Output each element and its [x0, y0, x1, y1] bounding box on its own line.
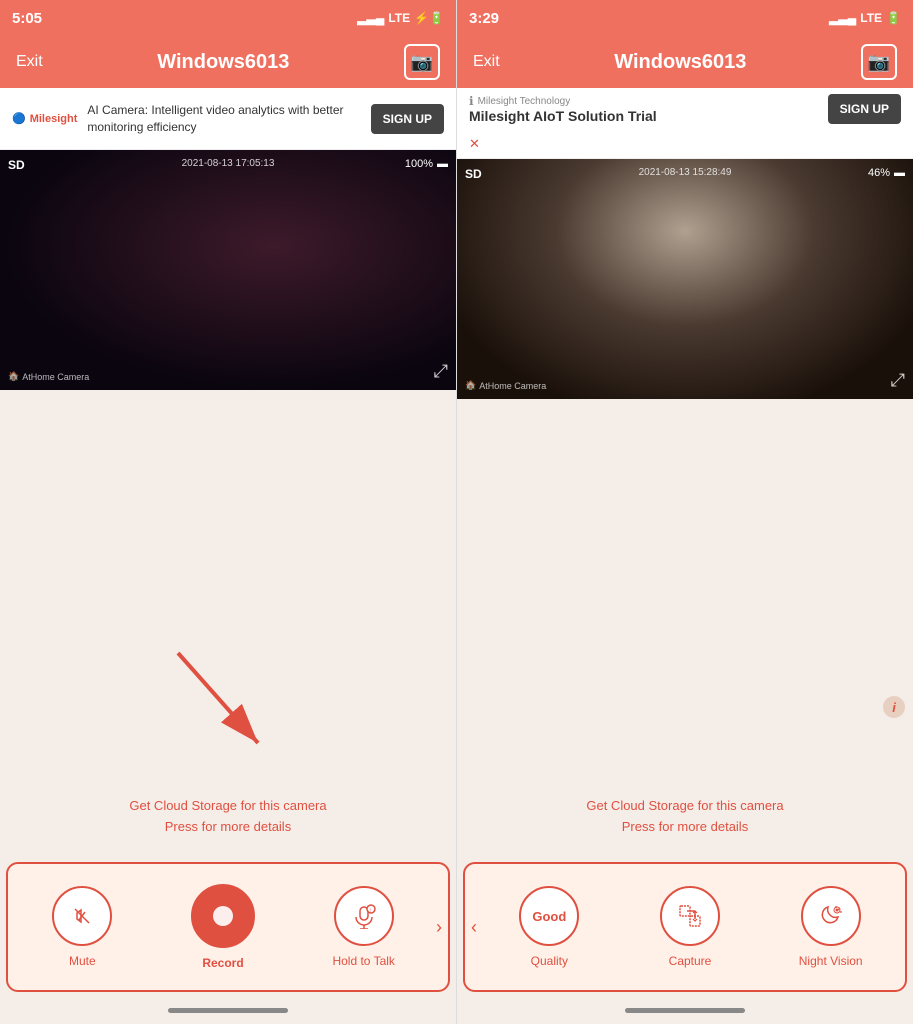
camera-view-left[interactable]: SD 2021-08-13 17:05:13 100% ▬ 🏠 AtHome C…	[0, 150, 456, 390]
svg-text:↑: ↑	[368, 908, 371, 914]
mute-label: Mute	[69, 954, 96, 968]
camera-overlay-left: SD 2021-08-13 17:05:13 100% ▬	[8, 158, 448, 172]
status-icons-right: ▂▃▄ LTE 🔋	[829, 11, 901, 25]
expand-icon-left[interactable]: ⤢	[434, 361, 448, 382]
signup-button-left[interactable]: SIGN UP	[371, 104, 444, 134]
battery-icon-right: 🔋	[886, 11, 901, 25]
hold-to-talk-label: Hold to Talk	[332, 954, 394, 968]
camera-timestamp-left: 2021-08-13 17:05:13	[182, 158, 275, 169]
info-icon-ad: ℹ	[469, 94, 474, 108]
night-vision-label: Night Vision	[799, 954, 863, 968]
camera-timestamp-right: 2021-08-13 15:28:49	[639, 167, 732, 178]
cloud-storage-text-left[interactable]: Get Cloud Storage for this camera Press …	[129, 796, 326, 838]
battery-bar-icon: ▬	[437, 158, 448, 170]
bottom-toolbar-right: ‹ Good Quality Capture	[463, 862, 907, 992]
signal-icon-right: ▂▃▄	[829, 11, 856, 25]
middle-section-left: Get Cloud Storage for this camera Press …	[0, 390, 456, 858]
time-right: 3:29	[469, 10, 499, 27]
camera-brand-right: 🏠 AtHome Camera	[465, 380, 546, 391]
close-icon-ad[interactable]: ✕	[469, 136, 480, 152]
nav-left-arrow[interactable]: ‹	[469, 917, 479, 938]
info-button-right[interactable]: i	[883, 696, 905, 718]
night-vision-icon	[801, 886, 861, 946]
settings-icon-right[interactable]: 📷	[861, 44, 897, 80]
nav-right-arrow[interactable]: ›	[434, 917, 444, 938]
capture-label: Capture	[669, 954, 712, 968]
hold-to-talk-icon: ↑	[334, 886, 394, 946]
header-left: Exit Windows6013 📷	[0, 36, 456, 88]
record-label: Record	[202, 956, 243, 970]
ad-text-left: AI Camera: Intelligent video analytics w…	[87, 102, 360, 136]
title-left: Windows6013	[157, 51, 289, 74]
hold-to-talk-button[interactable]: ↑ Hold to Talk	[293, 886, 434, 968]
capture-button[interactable]: Capture	[620, 886, 761, 968]
status-bar-left: 5:05 ▂▃▄ LTE ⚡🔋	[0, 0, 456, 36]
signal-icon-left: ▂▃▄	[357, 11, 384, 25]
lte-label-right: LTE	[860, 11, 882, 25]
status-icons-left: ▂▃▄ LTE ⚡🔋	[357, 11, 444, 25]
home-bar-left	[168, 1008, 288, 1013]
camera-view-right[interactable]: SD 2021-08-13 15:28:49 46% ▬ 🏠 AtHome Ca…	[457, 159, 913, 399]
ad-subtitle-right: Milesight Technology	[478, 96, 571, 107]
ad-banner-right: ℹ Milesight Technology Milesight AIoT So…	[457, 88, 913, 159]
exit-button-right[interactable]: Exit	[473, 53, 500, 71]
bottom-toolbar-left: Mute Record ↑ Hold to Talk	[6, 862, 450, 992]
mute-icon	[52, 886, 112, 946]
settings-icon-left[interactable]: 📷	[404, 44, 440, 80]
status-bar-right: 3:29 ▂▃▄ LTE 🔋	[457, 0, 913, 36]
header-right: Exit Windows6013 📷	[457, 36, 913, 88]
lte-label-left: LTE	[388, 11, 410, 25]
quality-button[interactable]: Good Quality	[479, 886, 620, 968]
camera-overlay-right: SD 2021-08-13 15:28:49 46% ▬	[465, 167, 905, 181]
exit-button-left[interactable]: Exit	[16, 53, 43, 71]
camera-brand-left: 🏠 AtHome Camera	[8, 371, 89, 382]
record-button[interactable]: Record	[153, 884, 294, 970]
quality-label: Quality	[531, 954, 568, 968]
camera-battery-right: 46% ▬	[868, 167, 905, 179]
camera-sd-left: SD	[8, 158, 25, 172]
camera-sd-right: SD	[465, 167, 482, 181]
expand-icon-right[interactable]: ⤢	[891, 370, 905, 391]
title-right: Windows6013	[614, 51, 746, 74]
camera-battery-left: 100% ▬	[405, 158, 448, 170]
quality-icon: Good	[519, 886, 579, 946]
battery-icon-left: ⚡🔋	[414, 11, 444, 25]
home-indicator-left	[0, 1000, 456, 1020]
ad-title-right: Milesight AIoT Solution Trial	[469, 108, 822, 124]
record-icon	[191, 884, 255, 948]
signup-button-right[interactable]: SIGN UP	[828, 94, 901, 124]
middle-section-right: Get Cloud Storage for this camera Press …	[457, 399, 913, 858]
left-panel: 5:05 ▂▃▄ LTE ⚡🔋 Exit Windows6013 📷 🔵 Mil…	[0, 0, 456, 1024]
mute-button[interactable]: Mute	[12, 886, 153, 968]
home-indicator-right	[457, 1000, 913, 1020]
right-panel: 3:29 ▂▃▄ LTE 🔋 Exit Windows6013 📷 ℹ Mile…	[456, 0, 913, 1024]
arrow-indicator	[168, 643, 288, 768]
night-vision-button[interactable]: Night Vision	[760, 886, 901, 968]
battery-bar-icon-right: ▬	[894, 167, 905, 179]
ad-banner-left: 🔵 Milesight AI Camera: Intelligent video…	[0, 88, 456, 150]
time-left: 5:05	[12, 10, 42, 27]
home-bar-right	[625, 1008, 745, 1013]
ad-logo-left: 🔵 Milesight	[12, 112, 77, 125]
cloud-storage-text-right[interactable]: Get Cloud Storage for this camera Press …	[586, 796, 783, 838]
capture-icon	[660, 886, 720, 946]
